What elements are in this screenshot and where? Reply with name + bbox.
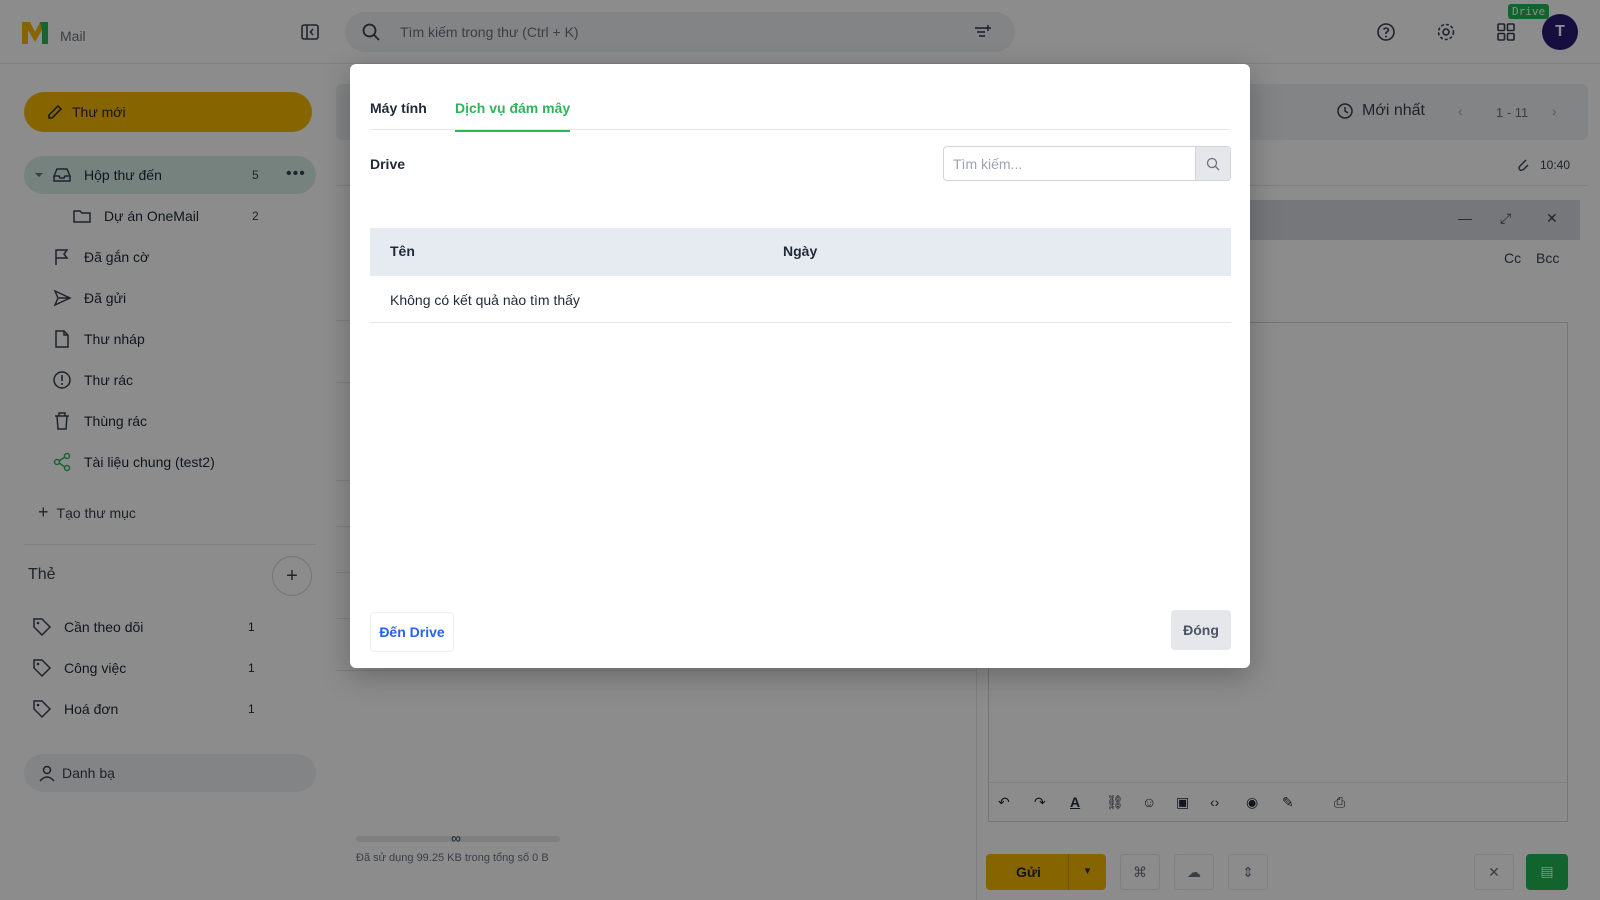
close-button[interactable]: Đóng	[1171, 610, 1231, 650]
column-header-date: Ngày	[783, 243, 818, 259]
column-header-name: Tên	[390, 243, 415, 259]
drive-files-table: Tên Ngày Không có kết quả nào tìm thấy	[370, 228, 1231, 323]
tab-cloud-services[interactable]: Dịch vụ đám mây	[455, 100, 571, 132]
goto-drive-button[interactable]: Đến Drive	[370, 612, 454, 652]
search-button[interactable]	[1195, 147, 1230, 180]
tab-computer[interactable]: Máy tính	[370, 100, 427, 130]
empty-message: Không có kết quả nào tìm thấy	[390, 292, 580, 308]
drive-section-title: Drive	[370, 156, 406, 172]
table-row: Không có kết quả nào tìm thấy	[370, 276, 1231, 323]
search-icon	[1206, 157, 1220, 170]
drive-search	[943, 146, 1231, 181]
cloud-attach-dialog: Máy tính Dịch vụ đám mây Drive Tên Ngày …	[350, 64, 1250, 668]
table-header: Tên Ngày	[370, 228, 1231, 276]
dialog-tabs: Máy tính Dịch vụ đám mây	[370, 64, 1230, 132]
drive-search-input[interactable]	[944, 147, 1196, 180]
